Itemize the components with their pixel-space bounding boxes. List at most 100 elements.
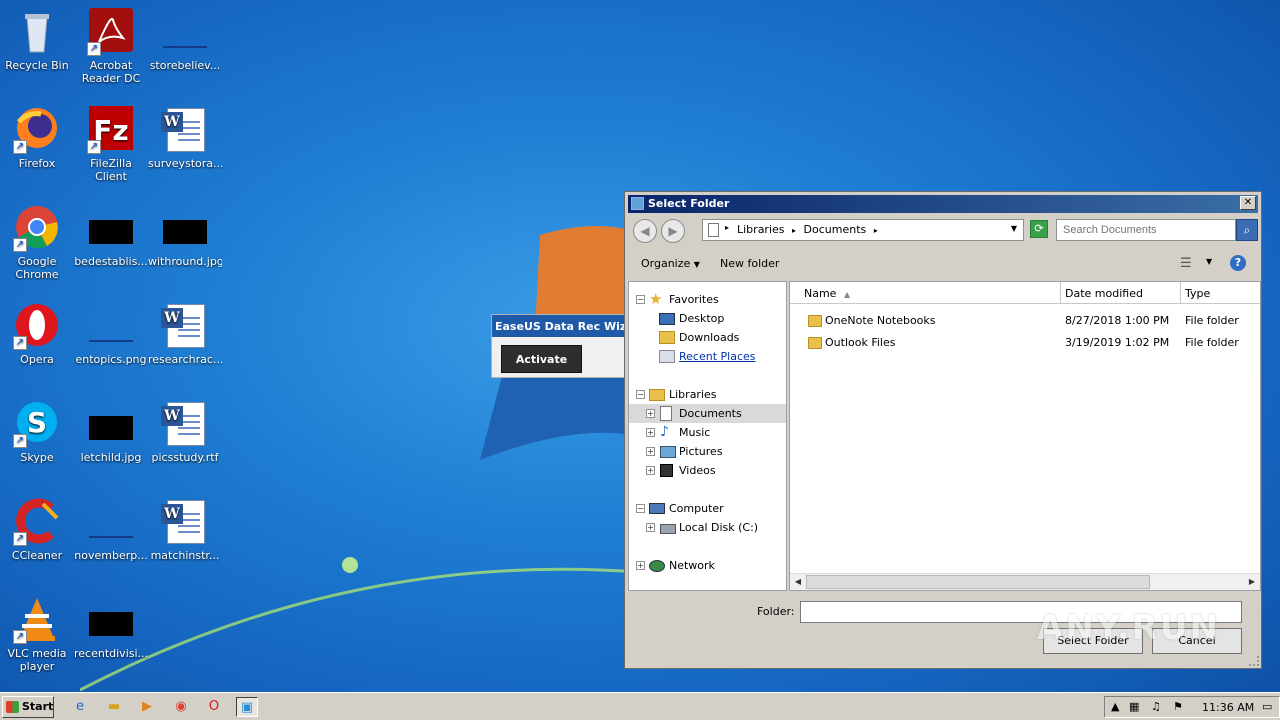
desktop-icon-matchinstr[interactable]: W matchinstr... [148, 498, 222, 562]
chevron-down-icon[interactable]: ▼ [1011, 224, 1017, 233]
pictures-icon [660, 446, 676, 458]
resize-grip[interactable] [1249, 656, 1259, 666]
tree-videos[interactable]: + Videos [629, 461, 786, 480]
desktop-icon-withround[interactable]: withround.jpg [148, 204, 222, 268]
back-arrow-icon[interactable]: ◀ [633, 219, 657, 243]
word-document-icon: W [161, 302, 209, 350]
desktop-icon-letchild[interactable]: letchild.jpg [74, 400, 148, 464]
table-row[interactable]: Outlook Files 3/19/2019 1:02 PM File fol… [790, 333, 1260, 353]
tree-network[interactable]: + Network [629, 556, 786, 575]
internet-explorer-icon[interactable]: e [69, 697, 91, 717]
collapse-icon[interactable]: − [636, 295, 645, 304]
show-desktop-icon[interactable]: ▭ [1262, 700, 1272, 713]
tree-documents[interactable]: + Documents [629, 404, 786, 423]
expand-icon[interactable]: + [646, 523, 655, 532]
close-icon[interactable]: ✕ [1240, 196, 1256, 210]
image-file-icon [87, 204, 135, 252]
column-header-name[interactable]: Name ▲ [790, 282, 1061, 304]
help-icon[interactable]: ? [1230, 255, 1246, 271]
column-header-type[interactable]: Type [1181, 282, 1260, 304]
collapse-icon[interactable]: − [636, 390, 645, 399]
desktop-icon-filezilla[interactable]: Fz ↗ FileZilla Client [74, 106, 148, 183]
desktop-icon-opera[interactable]: ↗ Opera [0, 302, 74, 366]
scroll-left-icon[interactable]: ◀ [790, 574, 806, 590]
volume-icon[interactable]: ♫ [1151, 700, 1161, 713]
scrollbar-thumb[interactable] [806, 575, 1150, 589]
word-document-icon: W [161, 400, 209, 448]
desktop-icon-firefox[interactable]: ↗ Firefox [0, 106, 74, 170]
tree-favorites[interactable]: − ★ Favorites [629, 290, 786, 309]
desktop-icon-recentdivisi[interactable]: recentdivisi... [74, 596, 148, 660]
file-type: File folder [1185, 314, 1239, 327]
desktop-icon [659, 313, 675, 325]
cancel-button[interactable]: Cancel [1152, 628, 1242, 654]
tree-music[interactable]: + ♪ Music [629, 423, 786, 442]
forward-arrow-icon[interactable]: ▶ [661, 219, 685, 243]
clock[interactable]: 11:36 AM [1202, 701, 1254, 714]
desktop-icon-chrome[interactable]: ↗ Google Chrome [0, 204, 74, 281]
desktop-icon-storebeliev[interactable]: storebeliev... [148, 8, 222, 72]
tree-pictures[interactable]: + Pictures [629, 442, 786, 461]
select-folder-button[interactable]: Select Folder [1043, 628, 1143, 654]
collapse-icon[interactable]: − [636, 504, 645, 513]
chevron-down-icon[interactable]: ▼ [1206, 257, 1212, 266]
dialog-title-bar[interactable]: Select Folder ✕ [628, 195, 1258, 213]
view-options-icon[interactable]: ☰ [1180, 256, 1192, 271]
image-file-icon [87, 498, 135, 546]
select-folder-taskbar-icon[interactable]: ▣ [236, 697, 258, 717]
file-date: 8/27/2018 1:00 PM [1065, 314, 1170, 327]
desktop-icon-skype[interactable]: S ↗ Skype [0, 400, 74, 464]
desktop-icon-picsstudy[interactable]: W picsstudy.rtf [148, 400, 222, 464]
show-hidden-icons-icon[interactable]: ▲ [1111, 700, 1119, 713]
network-tray-icon[interactable]: ▦ [1129, 700, 1139, 713]
desktop-icon-researchrac[interactable]: W researchrac... [148, 302, 222, 366]
expand-icon[interactable]: + [646, 447, 655, 456]
desktop-icon-novemberp[interactable]: novemberp... [74, 498, 148, 562]
tree-desktop[interactable]: Desktop [629, 309, 786, 328]
tree-downloads[interactable]: Downloads [629, 328, 786, 347]
file-explorer-icon[interactable]: ▬ [103, 697, 125, 717]
tree-local-disk[interactable]: + Local Disk (C:) [629, 518, 786, 537]
scroll-right-icon[interactable]: ▶ [1244, 574, 1260, 590]
refresh-icon[interactable]: ⟳ [1030, 220, 1048, 238]
expand-icon[interactable]: + [646, 428, 655, 437]
tree-computer[interactable]: − Computer [629, 499, 786, 518]
breadcrumb-separator-icon[interactable]: ▸ [792, 226, 796, 235]
breadcrumb-separator-icon[interactable]: ▸ [874, 226, 878, 235]
column-header-date[interactable]: Date modified [1061, 282, 1181, 304]
chrome-taskbar-icon[interactable]: ◉ [170, 697, 192, 717]
horizontal-scrollbar[interactable]: ◀ ▶ [790, 573, 1260, 590]
start-button[interactable]: Start [2, 696, 54, 718]
skype-icon: S ↗ [13, 400, 61, 448]
file-name: Outlook Files [825, 336, 896, 349]
opera-taskbar-icon[interactable]: O [203, 697, 225, 717]
new-folder-button[interactable]: New folder [720, 257, 779, 270]
address-bar[interactable]: ▸ Libraries ▸ Documents ▸ ▼ [702, 219, 1024, 241]
activate-button[interactable]: Activate [501, 345, 582, 373]
tree-libraries[interactable]: − Libraries [629, 385, 786, 404]
breadcrumb-documents[interactable]: Documents [804, 223, 867, 236]
navigation-bar: ◀ ▶ ▸ Libraries ▸ Documents ▸ ▼ ⟳ ⌕ [628, 214, 1258, 246]
desktop-icon-recycle-bin[interactable]: Recycle Bin [0, 8, 74, 72]
expand-icon[interactable]: + [646, 409, 655, 418]
expand-icon[interactable]: + [636, 561, 645, 570]
chevron-right-icon[interactable]: ▸ [725, 223, 729, 232]
desktop-icon-bedestablis[interactable]: bedestablis... [74, 204, 148, 268]
expand-icon[interactable]: + [646, 466, 655, 475]
table-row[interactable]: OneNote Notebooks 8/27/2018 1:00 PM File… [790, 311, 1260, 331]
desktop-icon-acrobat[interactable]: ↗ Acrobat Reader DC [74, 8, 148, 85]
network-icon [649, 560, 665, 572]
search-icon[interactable]: ⌕ [1236, 219, 1258, 241]
folder-input[interactable] [800, 601, 1242, 623]
action-center-flag-icon[interactable]: ⚑ [1173, 700, 1183, 713]
organize-button[interactable]: Organize ▼ [641, 257, 700, 270]
breadcrumb-libraries[interactable]: Libraries [737, 223, 785, 236]
desktop-icon-vlc[interactable]: ↗ VLC media player [0, 596, 74, 673]
documents-icon [660, 406, 672, 421]
search-input[interactable] [1056, 219, 1236, 241]
desktop-icon-surveystora[interactable]: W surveystora... [148, 106, 222, 170]
tree-recent-places[interactable]: Recent Places [629, 347, 786, 366]
desktop-icon-ccleaner[interactable]: ↗ CCleaner [0, 498, 74, 562]
media-player-icon[interactable]: ▶ [136, 697, 158, 717]
desktop-icon-entopics[interactable]: entopics.png [74, 302, 148, 366]
